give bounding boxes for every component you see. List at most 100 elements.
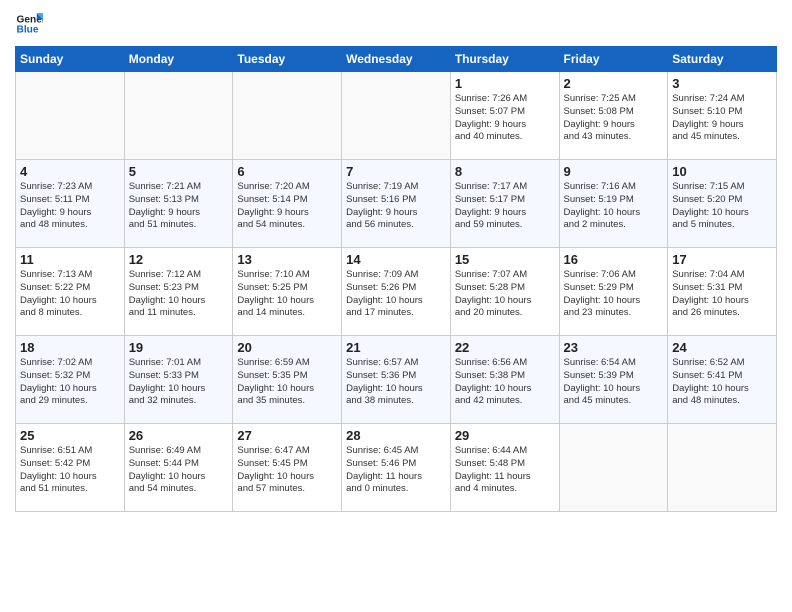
calendar-cell: 18Sunrise: 7:02 AM Sunset: 5:32 PM Dayli… — [16, 336, 125, 424]
day-number: 15 — [455, 252, 555, 267]
day-info: Sunrise: 6:52 AM Sunset: 5:41 PM Dayligh… — [672, 357, 772, 408]
calendar-cell: 2 Sunrise: 7:25 AM Sunset: 5:08 PM Daylig… — [559, 72, 668, 160]
day-number: 8 — [455, 164, 555, 179]
calendar-cell — [559, 424, 668, 512]
weekday-header-saturday: Saturday — [668, 47, 777, 72]
day-info: Sunrise: 7:15 AM Sunset: 5:20 PM Dayligh… — [672, 181, 772, 232]
calendar-cell: 16 Sunrise: 7:06 AM Sunset: 5:29 PM Dayli… — [559, 248, 668, 336]
day-info: Sunrise: 7:23 AM Sunset: 5:11 PM Dayligh… — [20, 181, 120, 232]
calendar-cell: 20Sunrise: 6:59 AM Sunset: 5:35 PM Dayli… — [233, 336, 342, 424]
calendar-cell: 8Sunrise: 7:17 AM Sunset: 5:17 PM Daylig… — [450, 160, 559, 248]
day-number: 29 — [455, 428, 555, 443]
calendar-cell — [342, 72, 451, 160]
day-info: Sunrise: 7:04 AM Sunset: 5:31 PM Dayligh… — [672, 269, 772, 320]
day-info: Sunrise: 7:26 AM Sunset: 5:07 PM Dayligh… — [455, 93, 555, 144]
weekday-header-sunday: Sunday — [16, 47, 125, 72]
calendar-cell: 4 Sunrise: 7:23 AM Sunset: 5:11 PM Daylig… — [16, 160, 125, 248]
weekday-header-friday: Friday — [559, 47, 668, 72]
day-info: Sunrise: 6:51 AM Sunset: 5:42 PM Dayligh… — [20, 445, 120, 496]
day-info: Sunrise: 7:07 AM Sunset: 5:28 PM Dayligh… — [455, 269, 555, 320]
calendar-cell: 17 Sunrise: 7:04 AM Sunset: 5:31 PM Dayli… — [668, 248, 777, 336]
day-number: 16 — [564, 252, 664, 267]
logo: General Blue — [15, 10, 49, 38]
day-number: 6 — [237, 164, 337, 179]
day-number: 9 — [564, 164, 664, 179]
day-info: Sunrise: 6:57 AM Sunset: 5:36 PM Dayligh… — [346, 357, 446, 408]
calendar-cell: 10 Sunrise: 7:15 AM Sunset: 5:20 PM Dayli… — [668, 160, 777, 248]
weekday-header-wednesday: Wednesday — [342, 47, 451, 72]
weekday-header-thursday: Thursday — [450, 47, 559, 72]
calendar-week-row: 25 Sunrise: 6:51 AM Sunset: 5:42 PM Dayli… — [16, 424, 777, 512]
day-number: 23 — [564, 340, 664, 355]
day-info: Sunrise: 6:54 AM Sunset: 5:39 PM Dayligh… — [564, 357, 664, 408]
calendar-cell — [233, 72, 342, 160]
day-number: 24 — [672, 340, 772, 355]
calendar-cell: 22 Sunrise: 6:56 AM Sunset: 5:38 PM Dayli… — [450, 336, 559, 424]
calendar-cell — [16, 72, 125, 160]
calendar-cell: 26 Sunrise: 6:49 AM Sunset: 5:44 PM Dayli… — [124, 424, 233, 512]
calendar-cell: 5 Sunrise: 7:21 AM Sunset: 5:13 PM Daylig… — [124, 160, 233, 248]
day-info: Sunrise: 6:45 AM Sunset: 5:46 PM Dayligh… — [346, 445, 446, 496]
day-info: Sunrise: 7:25 AM Sunset: 5:08 PM Dayligh… — [564, 93, 664, 144]
calendar-cell: 19Sunrise: 7:01 AM Sunset: 5:33 PM Dayli… — [124, 336, 233, 424]
day-number: 17 — [672, 252, 772, 267]
day-number: 27 — [237, 428, 337, 443]
calendar-week-row: 4 Sunrise: 7:23 AM Sunset: 5:11 PM Daylig… — [16, 160, 777, 248]
calendar-cell: 6 Sunrise: 7:20 AM Sunset: 5:14 PM Daylig… — [233, 160, 342, 248]
calendar-week-row: 18Sunrise: 7:02 AM Sunset: 5:32 PM Dayli… — [16, 336, 777, 424]
weekday-header-row: SundayMondayTuesdayWednesdayThursdayFrid… — [16, 47, 777, 72]
calendar-cell: 15 Sunrise: 7:07 AM Sunset: 5:28 PM Dayli… — [450, 248, 559, 336]
day-info: Sunrise: 6:44 AM Sunset: 5:48 PM Dayligh… — [455, 445, 555, 496]
day-number: 4 — [20, 164, 120, 179]
calendar-week-row: 11Sunrise: 7:13 AM Sunset: 5:22 PM Dayli… — [16, 248, 777, 336]
header: General Blue — [15, 10, 777, 38]
calendar-week-row: 1Sunrise: 7:26 AM Sunset: 5:07 PM Daylig… — [16, 72, 777, 160]
calendar-cell: 25 Sunrise: 6:51 AM Sunset: 5:42 PM Dayli… — [16, 424, 125, 512]
calendar-cell: 21 Sunrise: 6:57 AM Sunset: 5:36 PM Dayli… — [342, 336, 451, 424]
calendar-cell: 14 Sunrise: 7:09 AM Sunset: 5:26 PM Dayli… — [342, 248, 451, 336]
day-number: 20 — [237, 340, 337, 355]
day-info: Sunrise: 6:49 AM Sunset: 5:44 PM Dayligh… — [129, 445, 229, 496]
calendar-cell: 13 Sunrise: 7:10 AM Sunset: 5:25 PM Dayli… — [233, 248, 342, 336]
day-number: 14 — [346, 252, 446, 267]
day-number: 22 — [455, 340, 555, 355]
weekday-header-monday: Monday — [124, 47, 233, 72]
weekday-header-tuesday: Tuesday — [233, 47, 342, 72]
page: General Blue SundayMondayTuesdayWednesda… — [0, 0, 792, 612]
day-number: 13 — [237, 252, 337, 267]
day-number: 5 — [129, 164, 229, 179]
day-number: 3 — [672, 76, 772, 91]
calendar-cell: 7Sunrise: 7:19 AM Sunset: 5:16 PM Daylig… — [342, 160, 451, 248]
calendar-cell: 11Sunrise: 7:13 AM Sunset: 5:22 PM Dayli… — [16, 248, 125, 336]
day-number: 26 — [129, 428, 229, 443]
day-number: 28 — [346, 428, 446, 443]
calendar-cell: 27 Sunrise: 6:47 AM Sunset: 5:45 PM Dayli… — [233, 424, 342, 512]
day-info: Sunrise: 7:12 AM Sunset: 5:23 PM Dayligh… — [129, 269, 229, 320]
day-info: Sunrise: 7:10 AM Sunset: 5:25 PM Dayligh… — [237, 269, 337, 320]
day-info: Sunrise: 7:01 AM Sunset: 5:33 PM Dayligh… — [129, 357, 229, 408]
calendar-cell: 1Sunrise: 7:26 AM Sunset: 5:07 PM Daylig… — [450, 72, 559, 160]
day-number: 11 — [20, 252, 120, 267]
day-number: 21 — [346, 340, 446, 355]
calendar-cell: 28 Sunrise: 6:45 AM Sunset: 5:46 PM Dayli… — [342, 424, 451, 512]
day-info: Sunrise: 6:47 AM Sunset: 5:45 PM Dayligh… — [237, 445, 337, 496]
calendar-cell — [668, 424, 777, 512]
calendar-cell: 9 Sunrise: 7:16 AM Sunset: 5:19 PM Daylig… — [559, 160, 668, 248]
calendar-cell: 23 Sunrise: 6:54 AM Sunset: 5:39 PM Dayli… — [559, 336, 668, 424]
day-number: 12 — [129, 252, 229, 267]
calendar-cell: 12 Sunrise: 7:12 AM Sunset: 5:23 PM Dayli… — [124, 248, 233, 336]
day-info: Sunrise: 7:16 AM Sunset: 5:19 PM Dayligh… — [564, 181, 664, 232]
day-info: Sunrise: 7:24 AM Sunset: 5:10 PM Dayligh… — [672, 93, 772, 144]
day-number: 2 — [564, 76, 664, 91]
calendar-table: SundayMondayTuesdayWednesdayThursdayFrid… — [15, 46, 777, 512]
day-info: Sunrise: 7:06 AM Sunset: 5:29 PM Dayligh… — [564, 269, 664, 320]
svg-text:Blue: Blue — [17, 25, 39, 36]
day-info: Sunrise: 7:20 AM Sunset: 5:14 PM Dayligh… — [237, 181, 337, 232]
day-number: 10 — [672, 164, 772, 179]
day-number: 7 — [346, 164, 446, 179]
day-info: Sunrise: 7:09 AM Sunset: 5:26 PM Dayligh… — [346, 269, 446, 320]
day-info: Sunrise: 7:21 AM Sunset: 5:13 PM Dayligh… — [129, 181, 229, 232]
day-number: 25 — [20, 428, 120, 443]
day-info: Sunrise: 6:56 AM Sunset: 5:38 PM Dayligh… — [455, 357, 555, 408]
calendar-cell — [124, 72, 233, 160]
